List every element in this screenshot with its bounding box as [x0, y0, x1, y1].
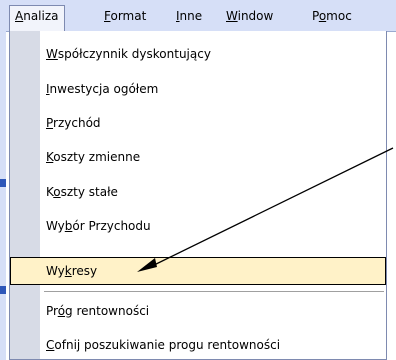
menu-item-wykresy[interactable]: Wykresy — [10, 257, 386, 285]
analiza-dropdown: Współczynnik dyskontujący Inwestycja ogó… — [9, 31, 387, 360]
menu-window[interactable]: Window — [220, 5, 279, 27]
menu-item-koszty-stale[interactable]: Koszty stałe — [10, 178, 386, 206]
edge-marker — [0, 179, 6, 187]
menu-item-cofnij-poszukiwanie[interactable]: Cofnij poszukiwanie progu rentowności — [10, 331, 386, 359]
menu-pomoc[interactable]: Pomoc — [306, 5, 358, 27]
window-edge — [0, 31, 6, 360]
menu-item-wspolczynnik-dyskontujacy[interactable]: Współczynnik dyskontujący — [10, 40, 386, 68]
edge-marker — [0, 286, 6, 294]
menu-item-koszty-zmienne[interactable]: Koszty zmienne — [10, 143, 386, 171]
menu-item-prog-rentownosci[interactable]: Próg rentowności — [10, 297, 386, 325]
menu-separator — [44, 291, 384, 292]
menu-bar: Analiza Format Inne Window Pomoc — [0, 0, 396, 32]
menu-analiza[interactable]: Analiza — [9, 5, 65, 32]
menu-format[interactable]: Format — [98, 5, 152, 27]
menu-item-inwestycja-ogolem[interactable]: Inwestycja ogółem — [10, 75, 386, 103]
menu-item-wybor-przychodu[interactable]: Wybór Przychodu — [10, 212, 386, 240]
menu-item-przychod[interactable]: Przychód — [10, 109, 386, 137]
menu-inne[interactable]: Inne — [170, 5, 208, 27]
